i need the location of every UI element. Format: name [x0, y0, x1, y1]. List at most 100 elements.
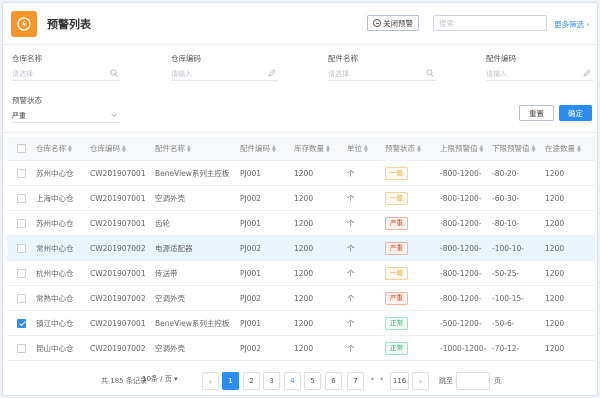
next-page-button[interactable]: › [412, 372, 429, 390]
row-checkbox[interactable] [17, 343, 26, 353]
cell-warehouse-name-text: 杭州中心仓 [36, 268, 74, 278]
select-all-cell [17, 137, 26, 160]
cell-stock-qty: 1200 [294, 261, 313, 285]
page-button[interactable]: 6 [325, 372, 342, 390]
row-checkbox[interactable] [17, 293, 26, 303]
cell-part-code-text: PJ002 [240, 293, 262, 303]
page-button[interactable]: 5 [304, 372, 321, 390]
part-code-input[interactable]: 请输入 [486, 67, 593, 81]
status-badge: 严重 [385, 241, 408, 255]
col-header[interactable]: 配件名称 ▲ ▼ [155, 137, 191, 160]
col-header[interactable]: 仓库名称 ▲ ▼ [36, 137, 72, 160]
cell-upper-limit: -800-1200- [440, 186, 482, 210]
page-suffix: 页 [494, 377, 501, 385]
row-checkbox[interactable] [17, 268, 26, 278]
col-header[interactable]: 在途数量 ▲ ▼ [545, 137, 581, 160]
cell-lower-limit-text: -60-30- [492, 193, 520, 203]
more-filters-link[interactable]: 更多筛选 › [554, 19, 589, 30]
cell-in-transit: 1200 [545, 336, 564, 360]
col-header[interactable]: 配件编码 ▲ ▼ [240, 137, 276, 160]
row-checkbox[interactable] [17, 318, 26, 328]
cell-part-name-text: 电源适配器 [155, 243, 193, 253]
chevron-right-icon: › [418, 376, 423, 386]
table-row[interactable]: 镇江中心仓 CW201907001 BeneView系列主控板 PJ001 1200 个 正… [7, 311, 595, 336]
page-button[interactable]: 4 [284, 372, 301, 390]
filter-label-part-code: 配件编码 [486, 54, 516, 63]
reset-button[interactable]: 重置 [519, 105, 554, 121]
cell-warehouse-code-text: CW201907001 [90, 218, 146, 228]
col-header[interactable]: 预警状态 ▲ ▼ [385, 137, 421, 160]
table-row[interactable]: 苏州中心仓 CW201907001 齿轮 PJ001 1200 个 严重 -800-1200-… [7, 211, 595, 236]
col-header-label: 库存数量 [294, 144, 324, 153]
page-button[interactable]: 3 [263, 372, 280, 390]
row-checkbox[interactable] [17, 218, 26, 228]
table-row[interactable]: 常熟中心仓 CW201907002 空调外壳 PJ002 1200 个 严重 -800-120… [7, 286, 595, 311]
warehouse-name-select[interactable]: 请选择 [12, 67, 120, 81]
col-header[interactable]: 上限预警值 ▲ ▼ [440, 137, 483, 160]
warning-status-select[interactable]: 严重 [12, 109, 120, 123]
cell-lower-limit: -70-12- [492, 336, 519, 360]
app-logo [11, 11, 37, 37]
col-header[interactable]: 单位 ▲ ▼ [347, 137, 368, 160]
col-header[interactable]: 下限预警值 ▲ ▼ [492, 137, 535, 160]
row-checkbox[interactable] [17, 243, 26, 253]
page-button[interactable]: 1 [222, 372, 239, 390]
cell-part-code-text: PJ001 [240, 318, 262, 328]
col-header[interactable]: 仓库编码 ▲ ▼ [90, 137, 126, 160]
cell-lower-limit-text: -50-25- [492, 268, 520, 278]
cell-warning-status: 严重 [385, 211, 408, 235]
select-all-checkbox[interactable] [17, 144, 26, 153]
cell-stock-qty-text: 1200 [294, 193, 314, 203]
row-checkbox[interactable] [17, 168, 26, 178]
cell-stock-qty: 1200 [294, 211, 313, 235]
cell-lower-limit-text: -80-20- [492, 168, 520, 178]
table-row[interactable]: 常州中心仓 CW201907002 电源适配器 PJ002 1200 个 严重 -800-12… [7, 236, 595, 261]
cell-warehouse-name-text: 常州中心仓 [36, 243, 74, 253]
cell-warehouse-name: 昆山中心仓 [36, 336, 74, 360]
page-size-select[interactable]: 10条 / 页 ▾ [142, 374, 177, 384]
cell-warehouse-name-text: 镇江中心仓 [36, 318, 74, 328]
page-button[interactable]: 2 [243, 372, 260, 390]
cell-warehouse-name-text: 常熟中心仓 [36, 293, 74, 303]
pagination: 共 185 条记录 10条 / 页 ▾ ‹ 1 2 3 4 5 6 7 • • … [3, 372, 597, 390]
page-button-last[interactable]: 116 [390, 372, 409, 390]
table-row[interactable]: 昆山中心仓 CW201907002 空调外壳 PJ002 1200 个 正常 -1000-12… [7, 336, 595, 361]
cell-part-code-text: PJ002 [240, 243, 262, 253]
search-input[interactable] [434, 16, 546, 30]
cell-warehouse-code: CW201907001 [90, 311, 146, 335]
cell-in-transit: 1200 [545, 261, 564, 285]
cell-unit: 个 [347, 261, 355, 285]
cell-warehouse-code: CW201907001 [90, 261, 146, 285]
table-row[interactable]: 上海中心仓 CW201907001 空调外壳 PJ002 1200 个 一般 -800-120… [7, 186, 595, 211]
cell-stock-qty-text: 1200 [294, 293, 314, 303]
part-name-select[interactable]: 请选择 [328, 67, 436, 81]
app-window: 预警列表 关闭预警 更多筛选 › 仓库名称 请选择 仓库编码 请输入 配件名称 … [2, 2, 598, 396]
warehouse-code-input[interactable]: 请输入 [171, 67, 278, 81]
cell-warehouse-name: 上海中心仓 [36, 186, 74, 210]
cell-stock-qty-text: 1200 [294, 343, 314, 353]
prev-page-button[interactable]: ‹ [202, 372, 219, 390]
cell-lower-limit: -50-25- [492, 261, 519, 285]
chevron-left-icon: ‹ [208, 376, 213, 386]
table-row[interactable]: 苏州中心仓 CW201907001 BeneView系列主控板 PJ001 1200 个 一… [7, 161, 595, 186]
cell-part-name: BeneView系列主控板 [155, 161, 229, 185]
cell-warehouse-code-text: CW201907001 [90, 193, 146, 203]
page-button[interactable]: 7 [347, 372, 364, 390]
cell-warehouse-name: 镇江中心仓 [36, 311, 74, 335]
col-header-label: 下限预警值 [492, 144, 530, 153]
row-checkbox[interactable] [17, 193, 26, 203]
close-warning-button[interactable]: 关闭预警 [367, 15, 419, 31]
confirm-button[interactable]: 确定 [559, 105, 592, 121]
jump-page-input[interactable] [456, 372, 490, 390]
cell-in-transit-text: 1200 [545, 193, 565, 203]
cell-part-code: PJ001 [240, 161, 261, 185]
cell-warehouse-code-text: CW201907002 [90, 343, 146, 353]
filter-label-warehouse-code: 仓库编码 [171, 54, 201, 63]
cell-lower-limit: -100-15- [492, 286, 524, 310]
warehouse-name-placeholder: 请选择 [12, 70, 33, 78]
cell-unit-text: 个 [347, 243, 355, 253]
table-row[interactable]: 杭州中心仓 CW201907001 传送带 PJ001 1200 个 一般 -800-1200… [7, 261, 595, 286]
col-header[interactable]: 库存数量 ▲ ▼ [294, 137, 330, 160]
cell-upper-limit: -800-1200- [440, 236, 482, 260]
cell-unit: 个 [347, 286, 355, 310]
